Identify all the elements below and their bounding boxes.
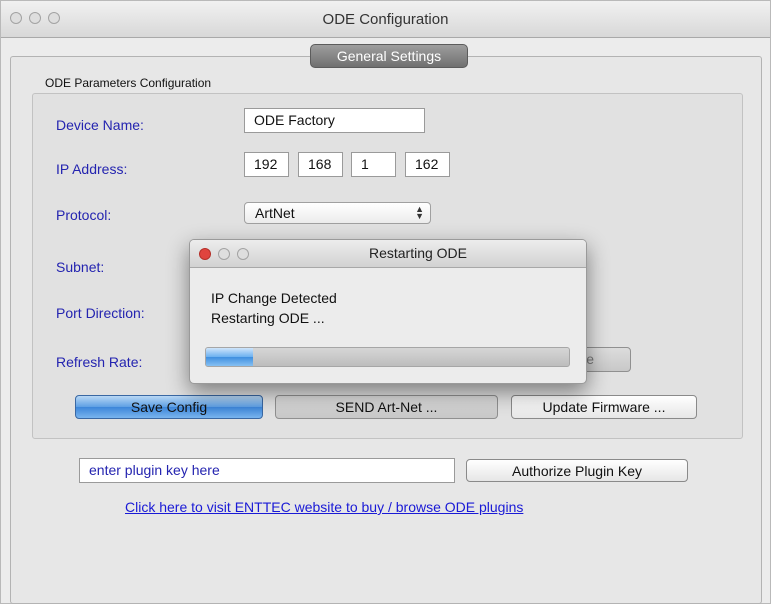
ip-octet-3-field[interactable]: 1 <box>351 152 396 177</box>
progress-fill <box>206 348 254 366</box>
ip-octet-2-field[interactable]: 168 <box>298 152 343 177</box>
protocol-label: Protocol: <box>56 207 112 223</box>
save-config-button[interactable]: Save Config <box>75 395 263 419</box>
hidden-button-label: e <box>586 351 594 367</box>
authorize-plugin-key-button[interactable]: Authorize Plugin Key <box>466 459 688 482</box>
device-name-field[interactable]: ODE Factory <box>244 108 425 133</box>
send-artnet-button[interactable]: SEND Art-Net ... <box>275 395 498 419</box>
window-title: ODE Configuration <box>322 11 449 28</box>
update-firmware-button[interactable]: Update Firmware ... <box>511 395 697 419</box>
tab-general-settings[interactable]: General Settings <box>310 44 468 68</box>
dialog-title: Restarting ODE <box>368 245 468 261</box>
plugin-key-input[interactable]: enter plugin key here <box>79 458 455 483</box>
restarting-dialog: Restarting ODE IP Change Detected Restar… <box>189 239 587 384</box>
device-name-label: Device Name: <box>56 117 144 133</box>
dialog-title-bar[interactable]: Restarting ODE <box>190 240 586 268</box>
restart-progress-bar <box>205 347 570 367</box>
refresh-rate-label: Refresh Rate: <box>56 354 143 370</box>
subnet-label: Subnet: <box>56 259 105 275</box>
dialog-message-line2: Restarting ODE ... <box>211 310 325 326</box>
ip-address-label: IP Address: <box>56 161 128 177</box>
ip-octet-4-field[interactable]: 162 <box>405 152 450 177</box>
enttec-website-link[interactable]: Click here to visit ENTTEC website to bu… <box>125 499 523 515</box>
dialog-message-line1: IP Change Detected <box>211 290 337 306</box>
updown-arrows-icon: ▲ ▼ <box>415 204 424 221</box>
main-window: ODE Configuration General Settings ODE P… <box>0 0 771 604</box>
protocol-select-value: ArtNet <box>255 205 295 221</box>
title-bar[interactable]: ODE Configuration <box>1 1 770 38</box>
protocol-select[interactable]: ArtNet ▲ ▼ <box>244 202 431 224</box>
group-title: ODE Parameters Configuration <box>45 76 212 90</box>
port-direction-label: Port Direction: <box>56 305 145 321</box>
ip-octet-1-field[interactable]: 192 <box>244 152 289 177</box>
